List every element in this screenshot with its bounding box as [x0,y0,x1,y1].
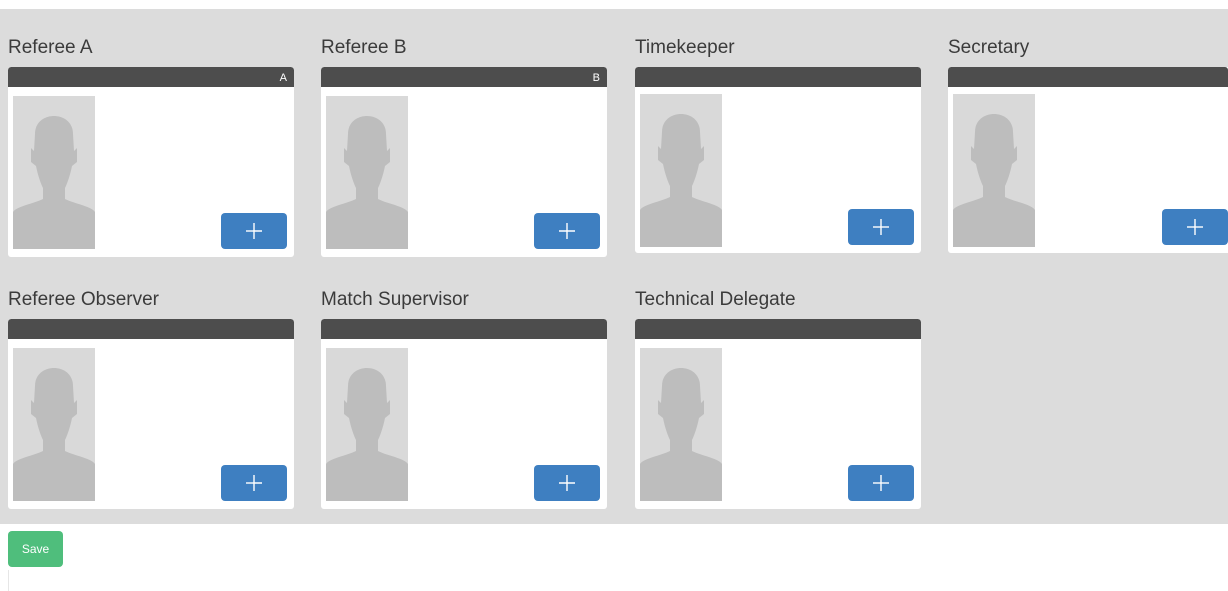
official-card [321,319,607,509]
official-card: A [8,67,294,257]
card-header-badge: B [321,67,607,87]
slot-title: Secretary [948,37,1030,58]
plus-icon [559,223,575,239]
avatar-placeholder-icon [326,96,408,249]
official-card [635,67,921,253]
officials-panel: Referee A A Referee B B Timekeeper Secre… [0,9,1228,524]
card-header-badge [635,67,921,87]
avatar-placeholder-icon [13,96,95,249]
slot-title: Technical Delegate [635,289,796,310]
avatar-placeholder-icon [640,348,722,501]
add-official-button[interactable] [848,465,914,501]
slot-title: Referee A [8,37,93,58]
add-official-button[interactable] [534,465,600,501]
official-card [948,67,1228,253]
slot-title: Referee Observer [8,289,160,310]
card-header-badge [635,319,921,339]
plus-icon [873,219,889,235]
card-header-badge: A [8,67,294,87]
card-header-badge [948,67,1228,87]
plus-icon [873,475,889,491]
add-official-button[interactable] [534,213,600,249]
add-official-button[interactable] [848,209,914,245]
official-card [8,319,294,509]
divider [8,570,9,591]
plus-icon [559,475,575,491]
official-card [635,319,921,509]
card-header-badge [321,319,607,339]
plus-icon [246,475,262,491]
avatar-placeholder-icon [326,348,408,501]
slot-title: Referee B [321,37,407,58]
slot-title: Timekeeper [635,37,735,58]
add-official-button[interactable] [221,213,287,249]
slot-title: Match Supervisor [321,289,469,310]
add-official-button[interactable] [221,465,287,501]
avatar-placeholder-icon [13,348,95,501]
plus-icon [1187,219,1203,235]
card-header-badge [8,319,294,339]
avatar-placeholder-icon [640,94,722,247]
avatar-placeholder-icon [953,94,1035,247]
add-official-button[interactable] [1162,209,1228,245]
official-card: B [321,67,607,257]
save-button[interactable]: Save [8,531,63,567]
plus-icon [246,223,262,239]
